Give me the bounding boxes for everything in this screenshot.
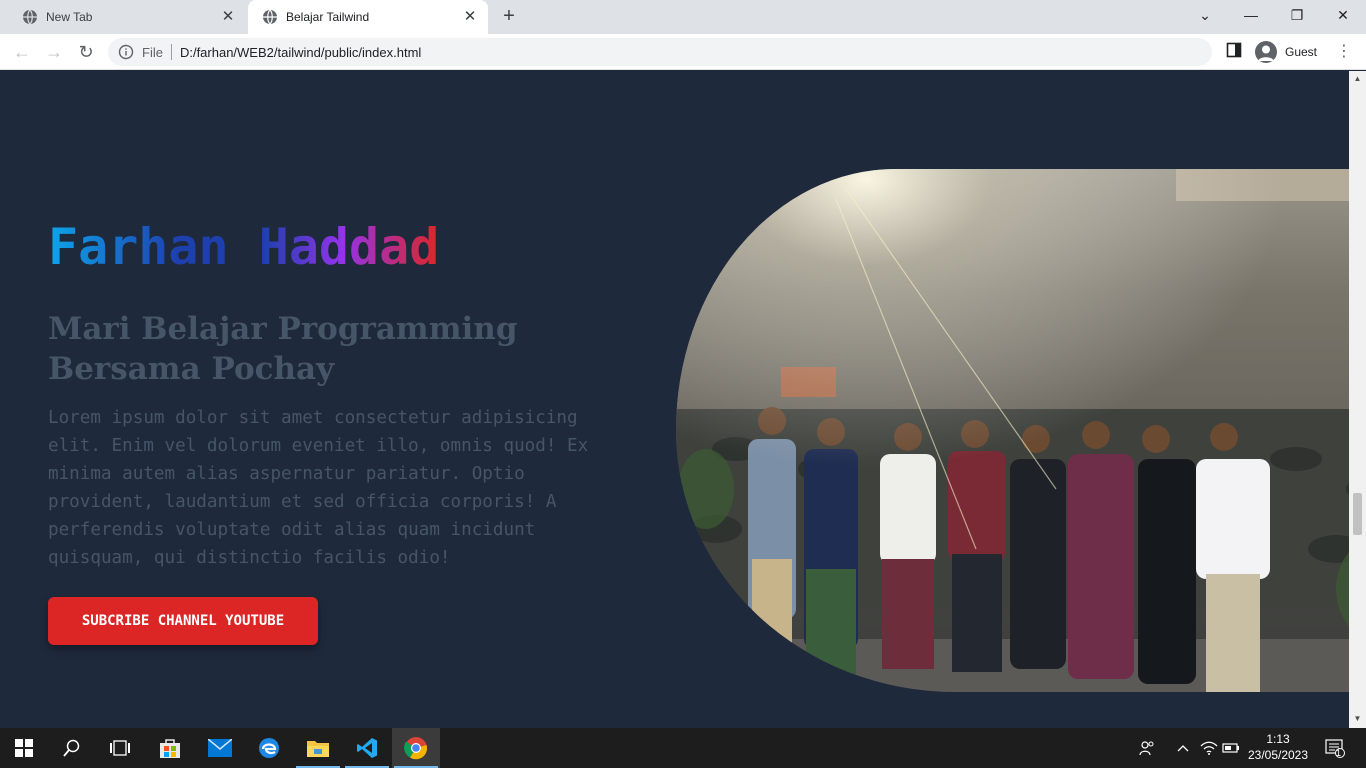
close-window-button[interactable]: ✕ xyxy=(1320,0,1366,30)
tab-new-tab[interactable]: New Tab ✕ xyxy=(8,0,246,34)
page-viewport: Farhan Haddad Mari Belajar Programming B… xyxy=(0,71,1349,728)
page-scrollbar[interactable]: ▲ ▼ xyxy=(1349,71,1366,728)
profile-button[interactable]: Guest xyxy=(1252,38,1326,66)
menu-icon[interactable]: ⋮ xyxy=(1336,42,1352,62)
notification-count: 1 xyxy=(1336,748,1342,758)
scroll-up-icon[interactable]: ▲ xyxy=(1349,74,1366,83)
microsoft-store-icon[interactable] xyxy=(146,728,194,768)
avatar-icon xyxy=(1255,41,1277,63)
scroll-down-icon[interactable]: ▼ xyxy=(1349,714,1366,723)
search-icon[interactable] xyxy=(48,728,96,768)
tab-title: Belajar Tailwind xyxy=(286,10,370,24)
mail-icon[interactable] xyxy=(196,728,244,768)
clock-time: 1:13 xyxy=(1266,732,1290,746)
hero-photo xyxy=(676,169,1349,692)
edge-icon[interactable] xyxy=(245,728,293,768)
tab-search-icon[interactable]: ⌄ xyxy=(1182,0,1228,30)
file-explorer-icon[interactable] xyxy=(294,728,342,768)
windows-taskbar: 1:13 23/05/2023 1 xyxy=(0,728,1366,768)
hero-title: Farhan Haddad xyxy=(48,218,440,276)
hero-subtitle: Mari Belajar Programming Bersama Pochay xyxy=(48,311,518,387)
task-view-icon[interactable] xyxy=(96,728,144,768)
url-text[interactable]: D:/farhan/WEB2/tailwind/public/index.htm… xyxy=(180,45,421,60)
group-photo-image xyxy=(676,169,1349,692)
tab-strip: New Tab ✕ Belajar Tailwind ✕ + ⌄ — ❐ ✕ xyxy=(0,0,1366,34)
windows-start-icon[interactable] xyxy=(0,728,48,768)
close-tab-icon[interactable]: ✕ xyxy=(460,7,480,27)
close-tab-icon[interactable]: ✕ xyxy=(218,7,238,27)
chrome-icon[interactable] xyxy=(392,728,440,768)
new-tab-button[interactable]: + xyxy=(498,6,520,28)
notification-center-icon[interactable]: 1 xyxy=(1320,728,1350,768)
globe-icon xyxy=(23,9,37,25)
scheme-label: File xyxy=(142,44,163,60)
divider xyxy=(170,44,172,60)
forward-button[interactable]: → xyxy=(42,40,66,64)
reload-button[interactable]: ↻ xyxy=(74,40,98,64)
tab-belajar-tailwind[interactable]: Belajar Tailwind ✕ xyxy=(248,0,488,34)
minimize-button[interactable]: — xyxy=(1228,0,1274,30)
chevron-up-icon[interactable] xyxy=(1172,728,1194,768)
wifi-icon[interactable] xyxy=(1197,728,1221,768)
system-clock[interactable]: 1:13 23/05/2023 xyxy=(1240,731,1316,763)
side-panel-icon[interactable] xyxy=(1226,42,1242,58)
battery-icon[interactable] xyxy=(1220,728,1242,768)
people-icon[interactable] xyxy=(1134,728,1160,768)
subscribe-button[interactable]: SUBCRIBE CHANNEL YOUTUBE xyxy=(48,597,318,645)
clock-date: 23/05/2023 xyxy=(1247,748,1309,762)
back-button[interactable]: ← xyxy=(10,40,34,64)
profile-label: Guest xyxy=(1285,45,1318,59)
hero-paragraph: Lorem ipsum dolor sit amet consectetur a… xyxy=(48,408,589,568)
info-icon[interactable] xyxy=(118,44,134,60)
globe-icon xyxy=(263,9,277,25)
address-bar[interactable]: File D:/farhan/WEB2/tailwind/public/inde… xyxy=(108,38,1212,66)
tab-title: New Tab xyxy=(46,10,93,24)
scrollbar-thumb[interactable] xyxy=(1353,493,1362,535)
restore-button[interactable]: ❐ xyxy=(1274,0,1320,30)
vscode-icon[interactable] xyxy=(343,728,391,768)
browser-toolbar: ← → ↻ File D:/farhan/WEB2/tailwind/publi… xyxy=(0,34,1366,70)
